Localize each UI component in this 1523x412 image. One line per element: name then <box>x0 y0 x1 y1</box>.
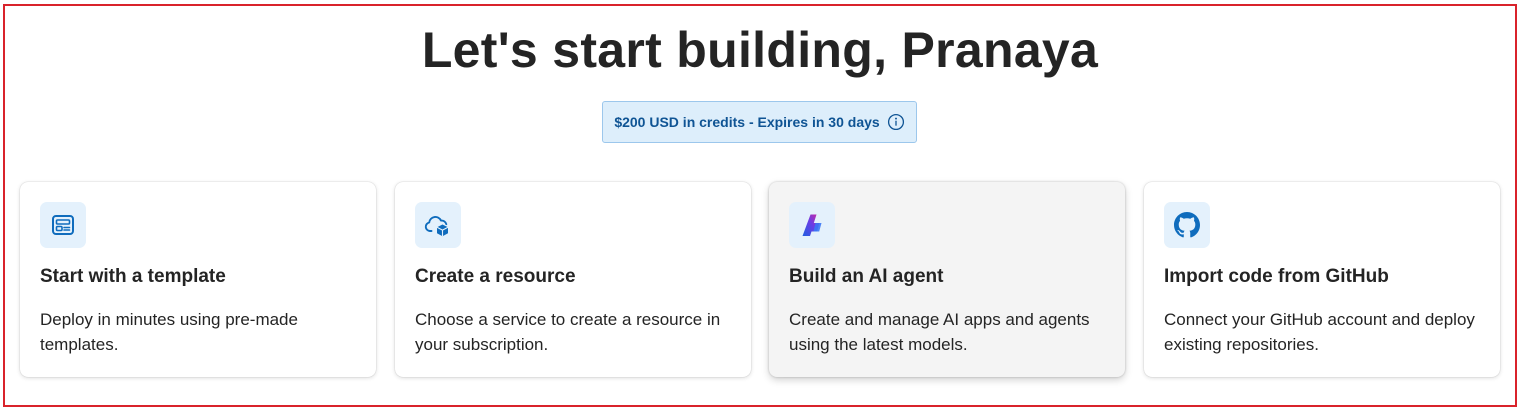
card-title: Build an AI agent <box>789 266 944 287</box>
card-title: Import code from GitHub <box>1164 266 1389 287</box>
ai-foundry-icon <box>789 202 835 248</box>
template-icon <box>40 202 86 248</box>
card-description: Connect your GitHub account and deploy e… <box>1164 310 1475 354</box>
credits-banner[interactable]: $200 USD in credits - Expires in 30 days <box>602 101 917 143</box>
card-title: Create a resource <box>415 266 576 287</box>
info-icon[interactable] <box>887 113 905 131</box>
github-icon <box>1164 202 1210 248</box>
page-title: Let's start building, Pranaya <box>421 22 1099 78</box>
card-description: Deploy in minutes using pre-made templat… <box>40 310 298 354</box>
start-with-template-card[interactable]: Start with a template Deploy in minutes … <box>20 182 376 377</box>
cloud-resource-icon <box>415 202 461 248</box>
create-resource-card[interactable]: Create a resource Choose a service to cr… <box>395 182 751 377</box>
card-description: Choose a service to create a resource in… <box>415 310 721 354</box>
build-ai-agent-card[interactable]: Build an AI agent Create and manage AI a… <box>769 182 1125 377</box>
card-description: Create and manage AI apps and agents usi… <box>789 310 1090 354</box>
import-github-card[interactable]: Import code from GitHub Connect your Git… <box>1144 182 1500 377</box>
card-title: Start with a template <box>40 266 226 287</box>
credits-text: $200 USD in credits - Expires in 30 days <box>614 114 880 130</box>
